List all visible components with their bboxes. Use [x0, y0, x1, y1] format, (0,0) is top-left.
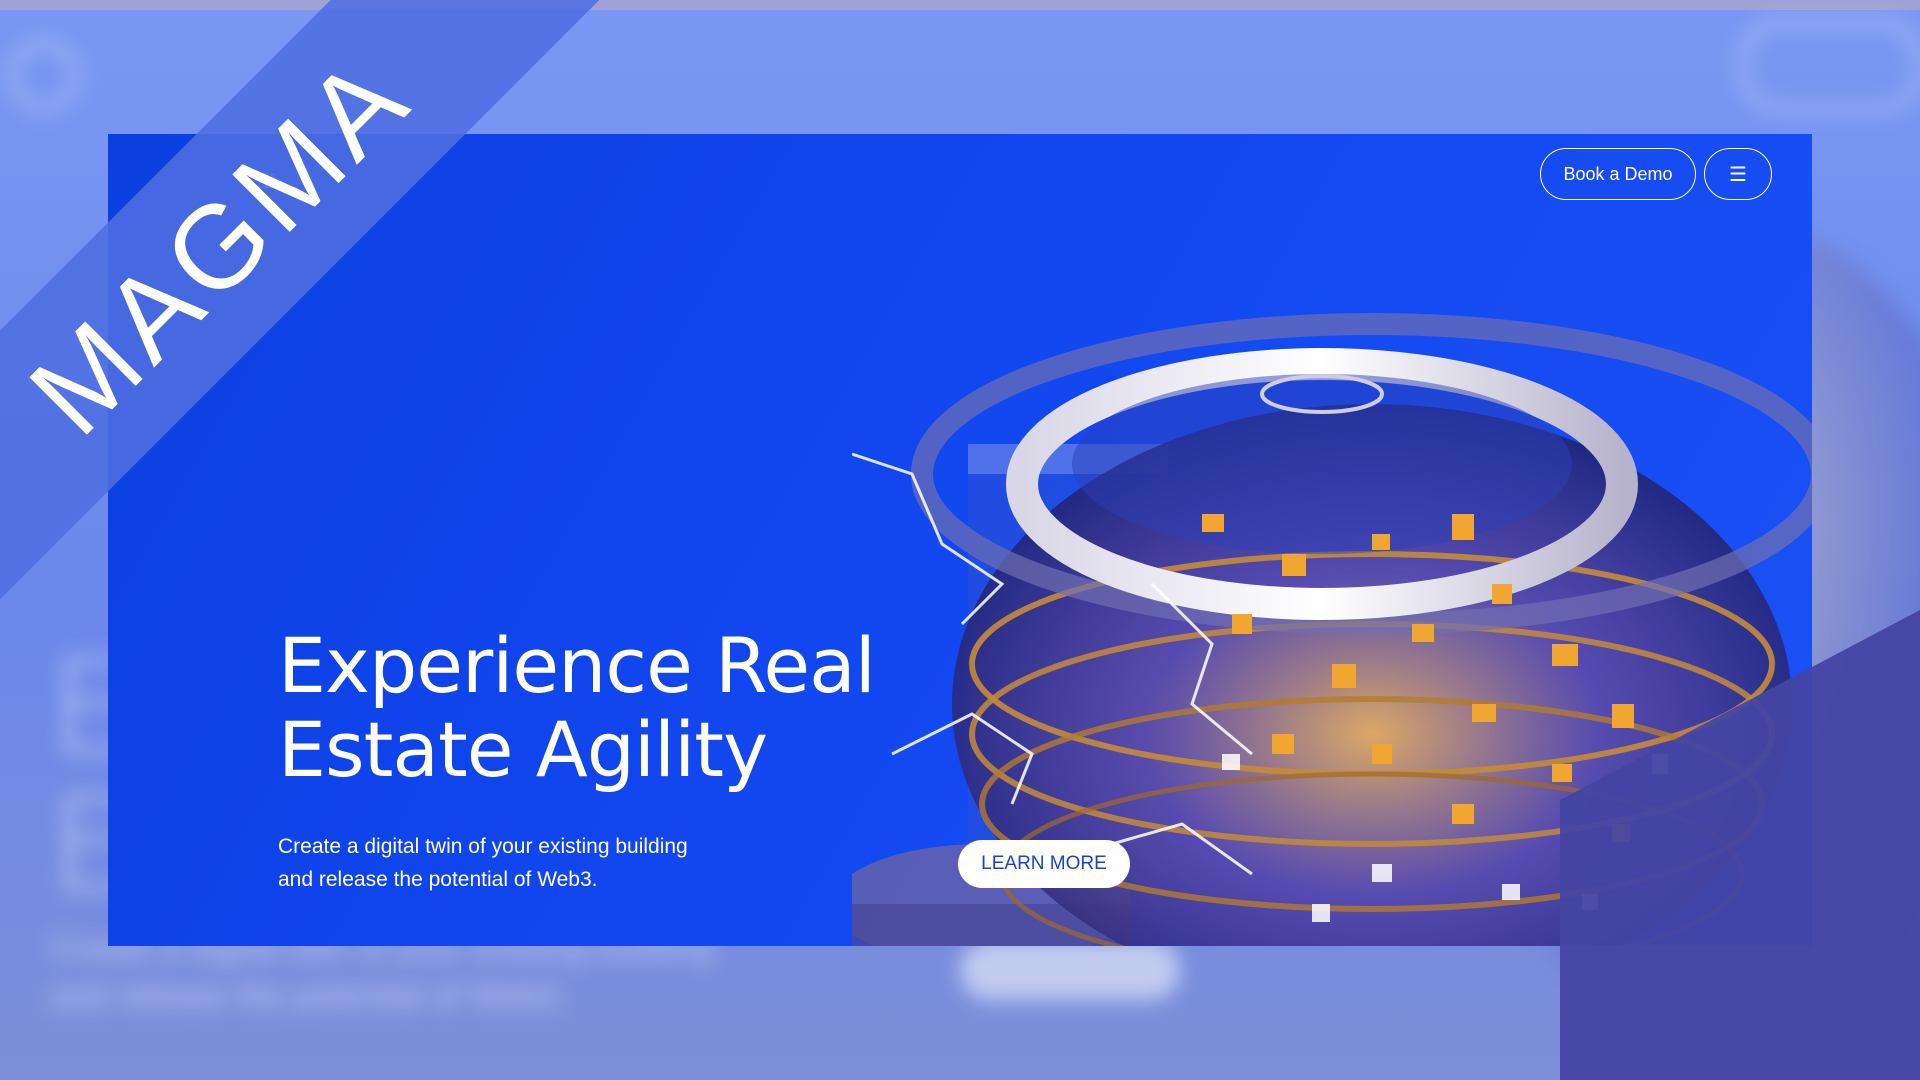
book-demo-button[interactable]: Book a Demo [1540, 148, 1696, 200]
hero-subtitle-line-2: and release the potential of Web3. [278, 868, 598, 891]
hero-subtitle-line-1: Create a digital twin of your existing b… [278, 835, 688, 858]
hamburger-icon: ☰ [1729, 163, 1747, 186]
hero-title-line-1: Experience Real [278, 621, 876, 710]
hero-title: Experience Real Estate Agility [278, 624, 898, 792]
website-hero-window: ⛫ Book a Demo ☰ Experience Real Estate A… [108, 134, 1812, 946]
blurred-learn-more [960, 940, 1180, 1000]
corner-decoration [1560, 610, 1920, 1080]
hero-title-line-2: Estate Agility [278, 705, 768, 794]
menu-button[interactable]: ☰ [1704, 148, 1772, 200]
blurred-book-demo [1740, 20, 1920, 112]
learn-more-button[interactable]: LEARN MORE [958, 840, 1130, 888]
hero-subtitle: Create a digital twin of your existing b… [278, 830, 738, 896]
blurred-logo-icon [8, 40, 80, 112]
